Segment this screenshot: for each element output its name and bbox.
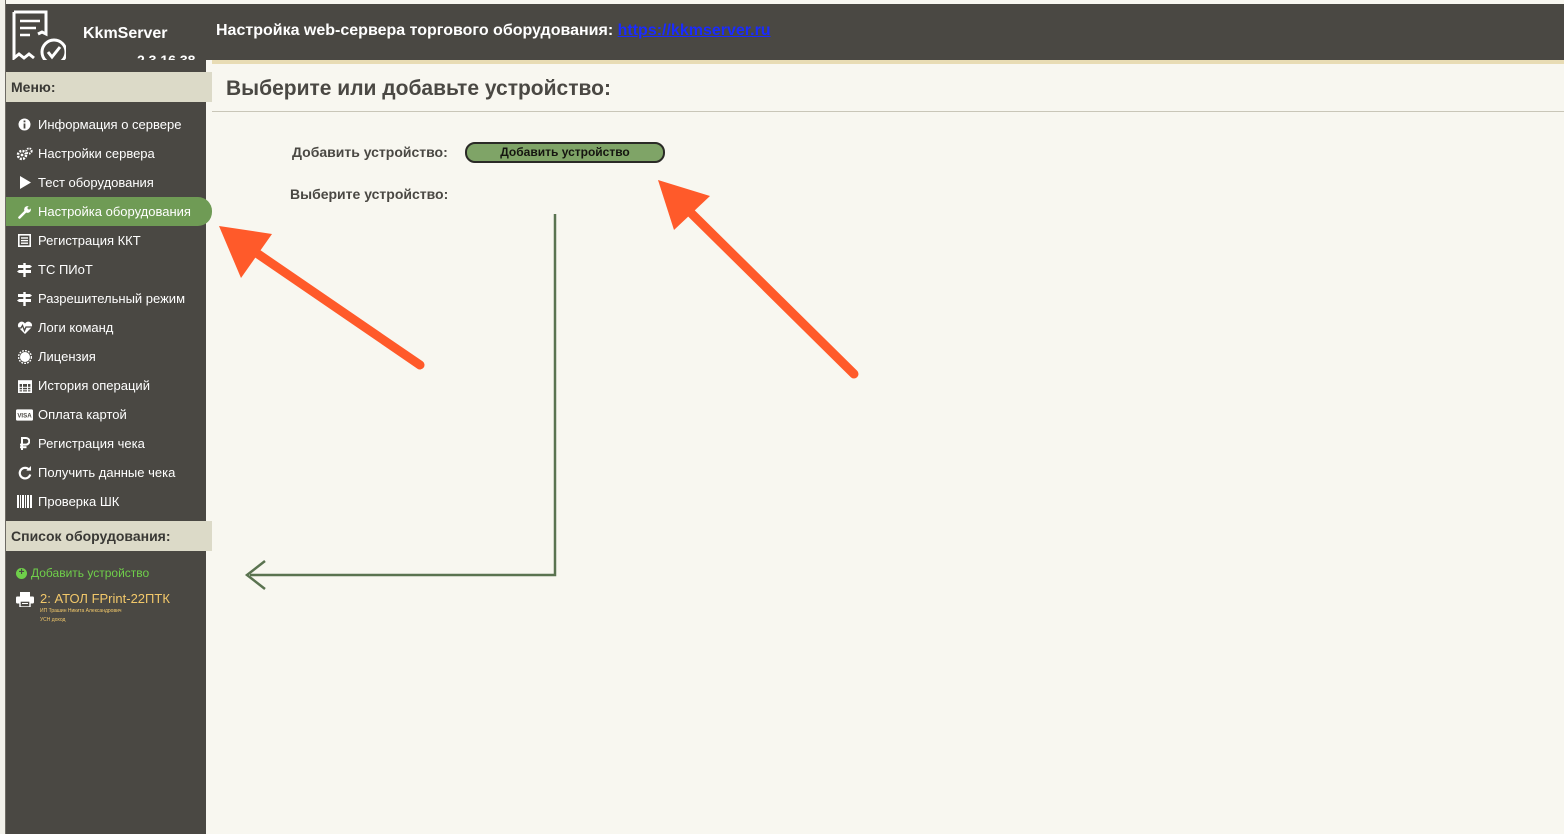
svg-text:VISA: VISA (17, 412, 32, 419)
sidebar-item-label: Лицензия (38, 349, 96, 364)
page-header: Настройка web-сервера торгового оборудов… (216, 22, 771, 40)
sidebar-item-equipment-test[interactable]: Тест оборудования (6, 168, 212, 197)
sidebar-item-label: Проверка ШК (38, 494, 120, 509)
heartbeat-icon (16, 321, 33, 335)
sidebar-item-label: Регистрация ККТ (38, 233, 141, 248)
calendar-icon (16, 379, 33, 393)
sidebar-item-command-logs[interactable]: Логи команд (6, 313, 212, 342)
device-title: 2: АТОЛ FPrint-22ПТК (40, 591, 170, 606)
sidebar-item-label: Разрешительный режим (38, 291, 186, 306)
app-name: KkmServer (83, 25, 168, 42)
select-device-label: Выберите устройство: (290, 186, 449, 202)
guide-arrow-to-device-list (244, 214, 557, 590)
content-title-bar: Выберите или добавьте устройство: (212, 64, 1564, 112)
device-item[interactable]: 2: АТОЛ FPrint-22ПТК ИП Трашин Никита Ал… (6, 591, 206, 624)
gears-icon (16, 146, 33, 161)
sidebar-item-get-receipt-data[interactable]: Получить данные чека (6, 458, 212, 487)
sidebar-item-label: Получить данные чека (38, 465, 176, 480)
sidebar-item-operation-history[interactable]: История операций (6, 371, 212, 400)
sidebar-item-kkt-registration[interactable]: Регистрация ККТ (6, 226, 212, 255)
signpost-icon (16, 262, 33, 277)
play-icon (16, 176, 33, 190)
annotation-overlay (219, 180, 859, 590)
sidebar-menu: Информация о сервере Настройки сервера Т… (6, 110, 212, 516)
devices-section-title: Список оборудования: (6, 521, 212, 551)
certificate-icon (16, 349, 33, 364)
add-device-link-label: Добавить устройство (31, 566, 150, 580)
sidebar-item-label: Логи команд (38, 320, 114, 335)
list-icon (16, 234, 33, 248)
info-icon (16, 118, 33, 132)
signpost-icon (16, 291, 33, 306)
sidebar-item-server-settings[interactable]: Настройки сервера (6, 139, 212, 168)
sidebar-item-label: История операций (38, 378, 150, 393)
ruble-icon (16, 436, 33, 451)
sidebar-item-label: Регистрация чека (38, 436, 145, 451)
sidebar-item-label: Оплата картой (38, 407, 127, 422)
receipt-check-logo-icon (6, 8, 68, 66)
annotation-arrow-sidebar (219, 226, 425, 370)
sidebar-item-card-payment[interactable]: VISA Оплата картой (6, 400, 212, 429)
sidebar-item-permit-mode[interactable]: Разрешительный режим (6, 284, 212, 313)
sidebar-item-label: Информация о сервере (38, 117, 182, 132)
visa-card-icon: VISA (16, 408, 33, 422)
annotation-arrow-add-button (658, 180, 859, 379)
page-header-text: Настройка web-сервера торгового оборудов… (216, 22, 618, 39)
refresh-icon (16, 465, 33, 480)
sidebar-item-license[interactable]: Лицензия (6, 342, 212, 371)
sidebar-item-ts-piot[interactable]: ТС ПИоТ (6, 255, 212, 284)
barcode-icon (16, 495, 33, 509)
add-device-label: Добавить устройство: (292, 144, 448, 160)
kkmserver-link[interactable]: https://kkmserver.ru (618, 22, 771, 39)
printer-icon (16, 592, 34, 624)
add-device-link[interactable]: + Добавить устройство (6, 562, 206, 584)
add-device-button[interactable]: Добавить устройство (465, 142, 665, 163)
wrench-icon (16, 205, 33, 219)
plus-circle-icon: + (16, 567, 27, 579)
sidebar-item-server-info[interactable]: Информация о сервере (6, 110, 212, 139)
sidebar-item-label: Настройки сервера (38, 146, 155, 161)
sidebar-item-label: ТС ПИоТ (38, 262, 93, 277)
device-tax-mode: УСН доход (40, 617, 66, 623)
page-title: Выберите или добавьте устройство: (226, 77, 611, 100)
sidebar-item-label: Тест оборудования (38, 175, 154, 190)
sidebar-item-label: Настройка оборудования (38, 204, 191, 219)
sidebar-item-barcode-check[interactable]: Проверка ШК (6, 487, 212, 516)
sidebar-item-receipt-registration[interactable]: Регистрация чека (6, 429, 212, 458)
sidebar-item-equipment-setup[interactable]: Настройка оборудования (6, 197, 212, 226)
device-list: + Добавить устройство 2: АТОЛ FPrint-22ПТ… (6, 562, 206, 624)
device-owner: ИП Трашин Никита Александрович (40, 608, 122, 614)
menu-section-title: Меню: (6, 72, 212, 102)
